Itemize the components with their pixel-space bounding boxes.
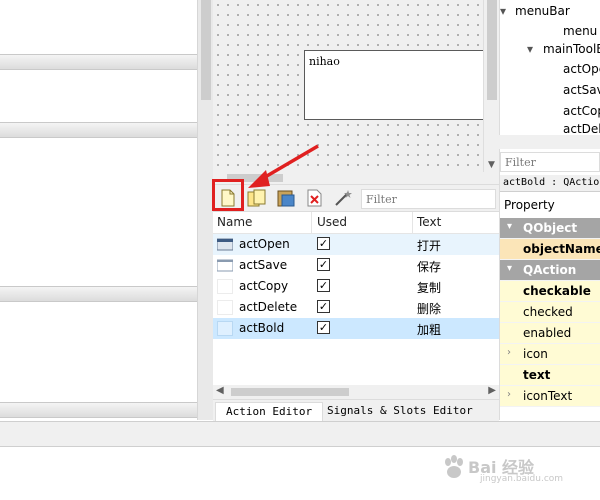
canvas-vertical-scrollbar[interactable]: ▼ bbox=[483, 0, 499, 172]
property-object-path: actBold : QAction bbox=[500, 175, 600, 192]
column-header-name[interactable]: Name bbox=[217, 215, 252, 229]
action-text: 打开 bbox=[417, 239, 442, 253]
action-text: 复制 bbox=[417, 281, 442, 295]
blank-icon bbox=[217, 279, 233, 294]
table-row[interactable]: actBold ✓ 加粗 bbox=[213, 318, 499, 339]
tree-item-main-toolbar[interactable]: mainToolB bbox=[543, 42, 600, 56]
editor-tab-bar: Action Editor Signals & Slots Editor bbox=[213, 399, 499, 422]
property-filter-input[interactable]: Filter bbox=[500, 152, 600, 172]
left-panel-divider bbox=[0, 54, 197, 70]
tree-item-menu[interactable]: menu bbox=[563, 24, 597, 38]
tree-item-actdelete[interactable]: actDel bbox=[563, 122, 600, 136]
tree-item-actsave[interactable]: actSav bbox=[563, 83, 600, 97]
action-text: 加粗 bbox=[417, 323, 442, 337]
table-row[interactable]: actOpen ✓ 打开 bbox=[213, 234, 499, 255]
action-text: 保存 bbox=[417, 260, 442, 274]
action-filter-input[interactable]: Filter bbox=[361, 189, 496, 209]
table-header: Name Used Text bbox=[213, 212, 499, 234]
property-group-qobject[interactable]: ▾ QObject bbox=[500, 218, 600, 239]
table-horizontal-scrollbar[interactable]: ◀ ▶ bbox=[213, 385, 499, 399]
open-file-icon bbox=[217, 238, 233, 251]
wand-icon bbox=[335, 190, 352, 206]
save-icon bbox=[217, 259, 233, 272]
tree-expand-icon[interactable]: ▾ bbox=[500, 4, 506, 18]
chevron-down-icon: ▾ bbox=[507, 221, 513, 232]
object-tree-horizontal-scrollbar[interactable] bbox=[499, 135, 600, 149]
column-header-text[interactable]: Text bbox=[417, 215, 441, 229]
action-name: actBold bbox=[239, 321, 285, 335]
tab-signals-slots-editor[interactable]: Signals & Slots Editor bbox=[317, 402, 483, 422]
property-checkable[interactable]: checkable bbox=[500, 281, 600, 302]
tree-expand-icon[interactable]: ▾ bbox=[527, 42, 533, 56]
tree-item-actopen[interactable]: actOpe bbox=[563, 62, 600, 76]
column-header-used[interactable]: Used bbox=[317, 215, 347, 229]
action-table: Name Used Text actOpen ✓ 打开 actSave ✓ 保存… bbox=[213, 212, 499, 385]
property-object-name[interactable]: objectName bbox=[500, 239, 600, 260]
watermark: Bai 经验 jingyan.baidu.com bbox=[440, 450, 600, 490]
blank-icon bbox=[217, 321, 233, 336]
used-checkbox[interactable]: ✓ bbox=[317, 237, 330, 250]
used-checkbox[interactable]: ✓ bbox=[317, 300, 330, 313]
scroll-right-icon[interactable]: ▶ bbox=[488, 385, 496, 396]
left-panel-divider bbox=[0, 122, 197, 138]
canvas-label-widget[interactable]: nihao bbox=[304, 50, 490, 120]
left-vertical-scrollbar[interactable] bbox=[197, 0, 213, 420]
annotation-arrow-icon bbox=[248, 144, 319, 188]
blank-icon bbox=[217, 300, 233, 315]
status-bar bbox=[0, 421, 600, 447]
paw-logo-icon bbox=[445, 455, 463, 478]
action-text: 删除 bbox=[417, 302, 442, 316]
property-enabled[interactable]: enabled bbox=[500, 323, 600, 344]
used-checkbox[interactable]: ✓ bbox=[317, 258, 330, 271]
property-column-header: Property bbox=[500, 195, 600, 217]
table-row[interactable]: actSave ✓ 保存 bbox=[213, 255, 499, 276]
watermark-url: jingyan.baidu.com bbox=[480, 474, 564, 484]
scroll-left-icon[interactable]: ◀ bbox=[216, 385, 224, 396]
property-icon-text[interactable]: › iconText bbox=[500, 386, 600, 407]
action-name: actCopy bbox=[239, 279, 289, 293]
tree-item-actcopy[interactable]: actCop bbox=[563, 104, 600, 118]
property-checked[interactable]: checked bbox=[500, 302, 600, 323]
used-checkbox[interactable]: ✓ bbox=[317, 279, 330, 292]
action-name: actDelete bbox=[239, 300, 298, 314]
chevron-down-icon: ▾ bbox=[507, 263, 513, 274]
chevron-right-icon: › bbox=[507, 347, 511, 358]
left-panel-divider bbox=[0, 286, 197, 302]
chevron-right-icon: › bbox=[507, 389, 511, 400]
property-group-qaction[interactable]: ▾ QAction bbox=[500, 260, 600, 281]
action-name: actOpen bbox=[239, 237, 290, 251]
canvas-label-text: nihao bbox=[309, 55, 340, 68]
tree-item-menubar[interactable]: menuBar bbox=[515, 4, 570, 18]
configure-button[interactable] bbox=[333, 187, 355, 209]
property-icon[interactable]: › icon bbox=[500, 344, 600, 365]
left-panel-divider bbox=[0, 402, 197, 418]
used-checkbox[interactable]: ✓ bbox=[317, 321, 330, 334]
table-row[interactable]: actDelete ✓ 删除 bbox=[213, 297, 499, 318]
tab-action-editor[interactable]: Action Editor bbox=[215, 402, 324, 422]
action-name: actSave bbox=[239, 258, 288, 272]
property-text[interactable]: text bbox=[500, 365, 600, 386]
table-row[interactable]: actCopy ✓ 复制 bbox=[213, 276, 499, 297]
